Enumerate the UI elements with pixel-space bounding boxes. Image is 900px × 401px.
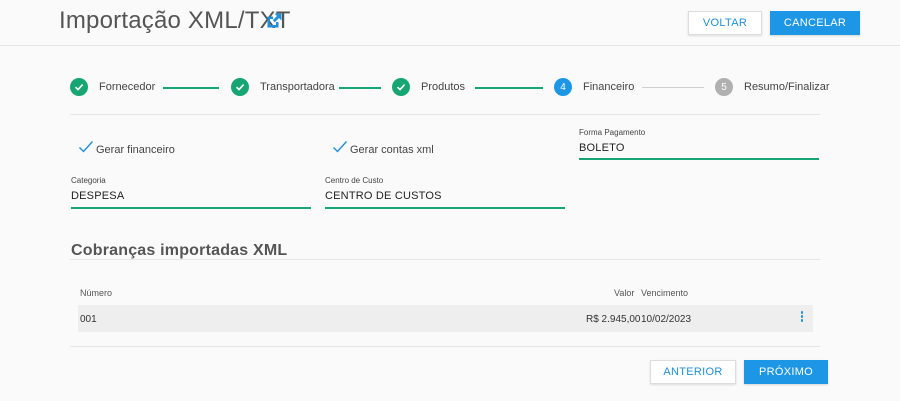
anterior-button[interactable]: ANTERIOR [650, 360, 736, 384]
stepper-divider [70, 114, 820, 115]
step-connector [475, 87, 543, 89]
checkmark-icon [79, 141, 94, 153]
centro-custo-field[interactable]: Centro de Custo CENTRO DE CUSTOS [325, 176, 565, 210]
step-3-check-icon [392, 78, 410, 96]
footer-divider [70, 346, 820, 347]
row-numero: 001 [80, 314, 97, 325]
field-underline [325, 207, 565, 209]
step-4-number: 4 [554, 78, 572, 96]
wizard-stepper: Fornecedor Transportadora Produtos 4 Fin… [70, 78, 830, 98]
step-connector [339, 87, 381, 89]
step-connector [163, 87, 219, 89]
step-1-check-icon [70, 78, 88, 96]
cobrancas-divider [70, 259, 820, 260]
page-title: Importação XML/TXT [59, 7, 291, 34]
forma-pagamento-field[interactable]: Forma Pagamento BOLETO [579, 128, 819, 161]
table-row[interactable] [78, 305, 813, 332]
step-resumo-finalizar-label: Resumo/Finalizar [744, 81, 830, 93]
forma-pagamento-value: BOLETO [579, 142, 625, 154]
proximo-button[interactable]: PRÓXIMO [744, 360, 828, 384]
page-header: Importação XML/TXT VOLTAR CANCELAR [0, 0, 900, 46]
step-fornecedor-label: Fornecedor [99, 81, 156, 93]
step-produtos-label: Produtos [421, 81, 466, 93]
categoria-label: Categoria [71, 176, 106, 185]
voltar-button[interactable]: VOLTAR [688, 11, 762, 35]
field-underline [71, 207, 311, 209]
cobrancas-title: Cobranças importadas XML [71, 242, 288, 259]
step-2-check-icon [231, 78, 249, 96]
gerar-financeiro-label: Gerar financeiro [96, 144, 175, 156]
step-transportadora-label: Transportadora [260, 81, 335, 93]
row-more-options-icon[interactable] [799, 311, 805, 325]
gerar-contas-xml-label: Gerar contas xml [350, 144, 434, 156]
checkmark-icon [333, 141, 348, 153]
step-5-number: 5 [715, 78, 733, 96]
col-header-valor: Valor [614, 288, 635, 298]
col-header-numero: Número [80, 288, 113, 298]
external-link-icon[interactable] [265, 12, 283, 30]
row-vencimento: 10/02/2023 [641, 314, 692, 325]
field-underline [579, 158, 819, 160]
step-connector [642, 87, 704, 88]
categoria-value: DESPESA [71, 190, 125, 202]
row-valor: R$ 2.945,00 [586, 314, 641, 325]
forma-pagamento-label: Forma Pagamento [579, 128, 646, 137]
col-header-vencimento: Vencimento [641, 288, 689, 298]
categoria-field[interactable]: Categoria DESPESA [71, 176, 311, 210]
step-financeiro-label: Financeiro [583, 81, 635, 93]
cancelar-button[interactable]: CANCELAR [770, 11, 860, 35]
centro-custo-value: CENTRO DE CUSTOS [325, 190, 442, 202]
centro-custo-label: Centro de Custo [325, 176, 384, 185]
